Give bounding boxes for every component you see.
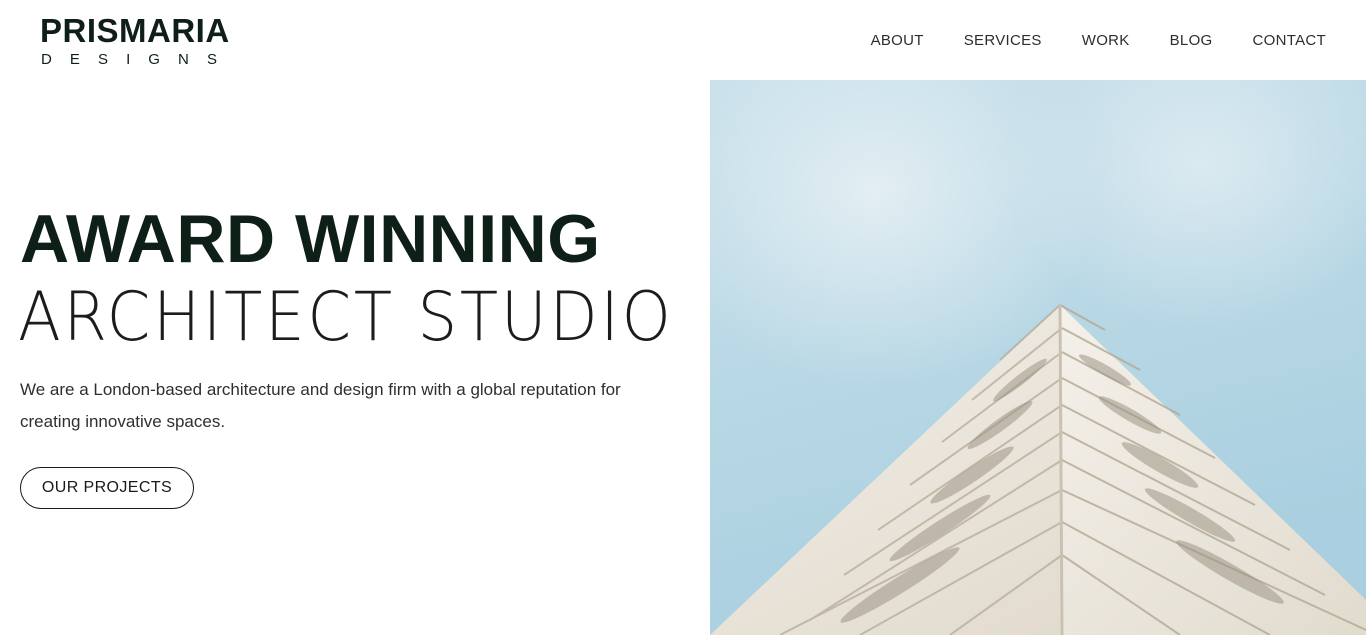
building-photo-icon bbox=[710, 80, 1366, 635]
tagline-letter: G bbox=[148, 51, 160, 68]
our-projects-button[interactable]: OUR PROJECTS bbox=[20, 467, 194, 509]
brand-name: PRISMARIA bbox=[40, 12, 230, 49]
hero-headline-light: ARCHITECT STUDIO bbox=[18, 278, 674, 357]
brand-tagline: D E S I G N S bbox=[40, 51, 217, 68]
hero-building-image bbox=[710, 80, 1366, 635]
main-nav: ABOUT SERVICES WORK BLOG CONTACT bbox=[871, 32, 1326, 49]
brand-logo[interactable]: PRISMARIA D E S I G N S bbox=[40, 12, 230, 69]
tagline-letter: D bbox=[41, 51, 52, 68]
nav-link-blog[interactable]: BLOG bbox=[1170, 32, 1213, 49]
tagline-letter: S bbox=[97, 51, 108, 68]
hero-headline-bold: AWARD WINNING bbox=[20, 201, 601, 277]
nav-link-services[interactable]: SERVICES bbox=[964, 32, 1042, 49]
nav-link-contact[interactable]: CONTACT bbox=[1253, 32, 1326, 49]
nav-link-about[interactable]: ABOUT bbox=[871, 32, 924, 49]
tagline-letter: N bbox=[178, 51, 189, 68]
hero-description: We are a London-based architecture and d… bbox=[20, 380, 621, 431]
nav-link-work[interactable]: WORK bbox=[1082, 32, 1130, 49]
tagline-letter: S bbox=[206, 51, 217, 68]
tagline-letter: E bbox=[69, 51, 80, 68]
tagline-letter: I bbox=[126, 51, 131, 68]
